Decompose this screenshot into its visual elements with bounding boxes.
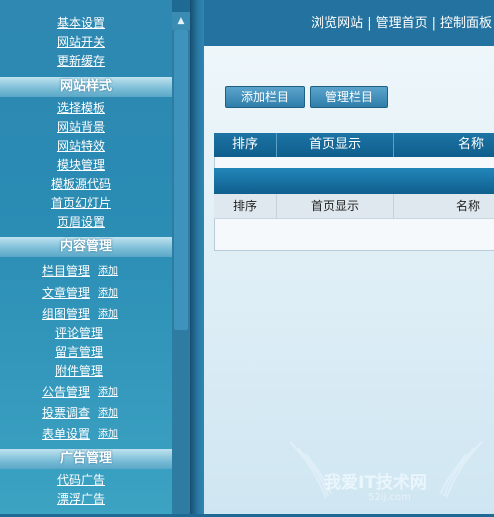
sidebar-item-column-management[interactable]: 栏目管理: [42, 263, 90, 279]
control-panel-link[interactable]: 控制面板: [440, 16, 492, 31]
scrollbar-thumb[interactable]: [174, 30, 188, 330]
table-group-bar: [214, 168, 494, 194]
add-form-link[interactable]: 添加: [98, 427, 118, 443]
list-item: 组图管理 添加: [0, 306, 172, 324]
add-gallery-link[interactable]: 添加: [98, 307, 118, 323]
list-item: 评论管理: [0, 325, 172, 343]
browse-site-link[interactable]: 浏览网站: [311, 16, 363, 31]
list-item: 公告管理 添加: [0, 384, 172, 402]
add-column-link[interactable]: 添加: [98, 264, 118, 280]
header-bar: 浏览网站 | 管理首页 | 控制面板: [204, 0, 494, 46]
add-notice-link[interactable]: 添加: [98, 385, 118, 401]
scroll-up-icon[interactable]: ▲: [172, 12, 190, 30]
add-article-link[interactable]: 添加: [98, 286, 118, 302]
list-item: 投票调查 添加: [0, 405, 172, 423]
watermark-logo: 我爱IT技术网 52ij.com: [276, 434, 494, 514]
sidebar-item-comment-management[interactable]: 评论管理: [55, 325, 103, 341]
sidebar-item-site-background[interactable]: 网站背景: [0, 119, 162, 135]
sidebar-item-site-switch[interactable]: 网站开关: [0, 34, 162, 50]
sidebar: 基本设置 网站开关 更新缓存 网站样式 选择模板 网站背景 网站特效 模块管理 …: [0, 0, 172, 514]
sidebar-item-notice-management[interactable]: 公告管理: [42, 384, 90, 400]
separator: |: [367, 16, 372, 31]
sidebar-item-article-management[interactable]: 文章管理: [42, 285, 90, 301]
frame-divider: [190, 0, 204, 514]
sidebar-item-header-settings[interactable]: 页眉设置: [0, 214, 162, 230]
sidebar-item-poll-survey[interactable]: 投票调查: [42, 405, 90, 421]
add-column-button[interactable]: 添加栏目: [225, 86, 305, 108]
column-header-order[interactable]: 排序: [214, 133, 277, 157]
header-links: 浏览网站 | 管理首页 | 控制面板: [311, 12, 492, 31]
watermark-subtext: 52ij.com: [368, 492, 411, 503]
sidebar-item-message-management[interactable]: 留言管理: [55, 344, 103, 360]
section-header-ad-management[interactable]: 广告管理: [0, 449, 172, 469]
manage-column-button[interactable]: 管理栏目: [310, 86, 388, 108]
sidebar-item-home-slideshow[interactable]: 首页幻灯片: [0, 195, 162, 211]
sidebar-item-select-template[interactable]: 选择模板: [0, 100, 162, 116]
sidebar-item-gallery-management[interactable]: 组图管理: [42, 306, 90, 322]
list-item: 文章管理 添加: [0, 285, 172, 303]
admin-home-link[interactable]: 管理首页: [376, 16, 428, 31]
subheader-home-display: 首页显示: [277, 194, 394, 218]
subheader-name-label: 名称: [456, 199, 481, 213]
watermark-text: 我爱IT技术网: [324, 473, 427, 493]
sidebar-item-code-ads[interactable]: 代码广告: [0, 472, 162, 488]
section-header-site-style[interactable]: 网站样式: [0, 77, 172, 97]
section-header-content-management[interactable]: 内容管理: [0, 237, 172, 257]
column-header-home-display[interactable]: 首页显示: [277, 133, 394, 157]
list-item: 表单设置 添加: [0, 426, 172, 444]
subheader-name: 名称: [394, 194, 494, 218]
sidebar-item-form-settings[interactable]: 表单设置: [42, 426, 90, 442]
subheader-order: 排序: [214, 194, 277, 218]
table-subheader: 排序 首页显示 名称: [214, 194, 494, 219]
add-poll-link[interactable]: 添加: [98, 406, 118, 422]
sidebar-item-site-effects[interactable]: 网站特效: [0, 138, 162, 154]
sidebar-item-update-cache[interactable]: 更新缓存: [0, 53, 162, 69]
table-header: 排序 首页显示 名称: [214, 133, 494, 157]
list-item: 留言管理: [0, 344, 172, 362]
sidebar-item-floating-ads[interactable]: 漂浮广告: [0, 491, 162, 507]
sidebar-item-basic-settings[interactable]: 基本设置: [0, 15, 162, 31]
list-item: 栏目管理 添加: [0, 263, 172, 281]
separator: |: [431, 16, 436, 31]
list-item: 附件管理: [0, 363, 172, 381]
sidebar-item-attachment-management[interactable]: 附件管理: [55, 363, 103, 379]
sidebar-item-module-management[interactable]: 模块管理: [0, 157, 162, 173]
column-header-name[interactable]: 名称: [394, 133, 494, 157]
column-header-name-label: 名称: [458, 137, 485, 152]
sidebar-item-template-source[interactable]: 模板源代码: [0, 176, 162, 192]
